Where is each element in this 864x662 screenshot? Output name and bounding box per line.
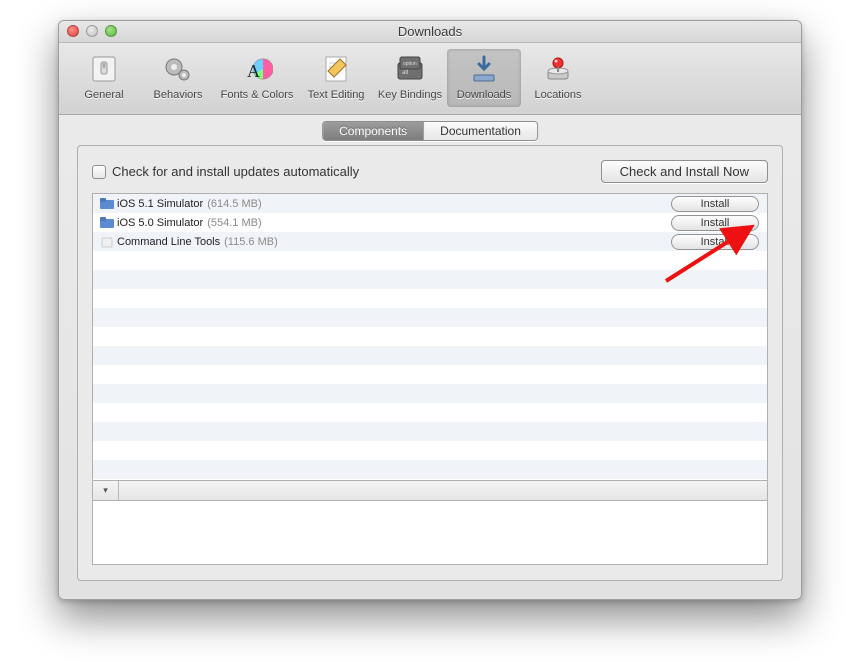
install-button[interactable]: Install — [671, 196, 759, 212]
locations-icon — [542, 53, 574, 85]
auto-update-row: Check for and install updates automatica… — [92, 164, 359, 179]
window-title: Downloads — [398, 24, 462, 39]
tab-components[interactable]: Components — [323, 122, 424, 140]
titlebar: Downloads — [59, 21, 801, 43]
toolbar-downloads[interactable]: Downloads — [447, 49, 521, 107]
traffic-lights — [67, 25, 117, 37]
zoom-button[interactable] — [105, 25, 117, 37]
switch-icon — [88, 53, 120, 85]
fonts-colors-icon: A — [241, 53, 273, 85]
close-button[interactable] — [67, 25, 79, 37]
svg-text:option: option — [403, 61, 417, 67]
key-bindings-icon: alt option — [394, 53, 426, 85]
svg-text:alt: alt — [402, 70, 409, 76]
package-icon — [97, 236, 117, 248]
toolbar-text-editing[interactable]: Text Editing — [299, 49, 373, 107]
check-install-now-button[interactable]: Check and Install Now — [601, 160, 768, 183]
top-controls: Check for and install updates automatica… — [92, 160, 768, 183]
auto-update-label: Check for and install updates automatica… — [112, 164, 359, 179]
segmented-tabs: Components Documentation — [322, 121, 538, 141]
main-panel: Check for and install updates automatica… — [77, 145, 783, 581]
components-list: iOS 5.1 Simulator (614.5 MB) Install iOS… — [92, 193, 768, 481]
list-footer: ▾ — [92, 481, 768, 501]
detail-box — [92, 501, 768, 565]
toolbar-general[interactable]: General — [67, 49, 141, 107]
content-area: Components Documentation Check for and i… — [59, 115, 801, 599]
download-icon — [468, 53, 500, 85]
text-editing-icon — [320, 53, 352, 85]
auto-update-checkbox[interactable] — [92, 165, 106, 179]
folder-icon — [97, 217, 117, 229]
list-item[interactable]: Command Line Tools (115.6 MB) Install — [93, 232, 767, 251]
tab-documentation[interactable]: Documentation — [424, 122, 537, 140]
install-button[interactable]: Install — [671, 215, 759, 231]
toolbar-key-bindings[interactable]: altoption Key Bindings — [373, 49, 447, 107]
list-item[interactable]: iOS 5.1 Simulator (614.5 MB) Install — [93, 194, 767, 213]
list-item[interactable]: iOS 5.0 Simulator (554.1 MB) Install — [93, 213, 767, 232]
toolbar-locations[interactable]: Locations — [521, 49, 595, 107]
install-button[interactable]: Install — [671, 234, 759, 250]
chevron-down-icon: ▾ — [103, 485, 108, 496]
toolbar-fonts-colors[interactable]: A Fonts & Colors — [215, 49, 299, 107]
minimize-button[interactable] — [86, 25, 98, 37]
action-menu-button[interactable]: ▾ — [93, 481, 119, 500]
svg-text:A: A — [247, 61, 260, 81]
folder-icon — [97, 198, 117, 210]
gears-icon — [162, 53, 194, 85]
preferences-window: Downloads General Behaviors A — [58, 20, 802, 600]
toolbar-behaviors[interactable]: Behaviors — [141, 49, 215, 107]
preferences-toolbar: General Behaviors A Fonts & Colors — [59, 43, 801, 115]
